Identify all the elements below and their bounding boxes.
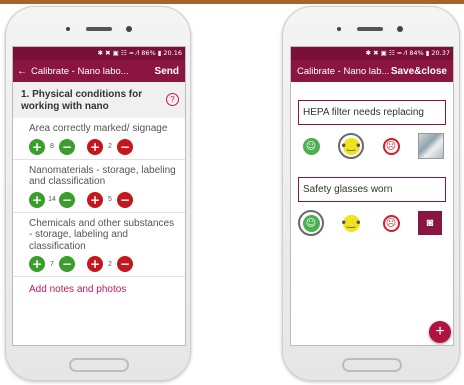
item-label: Nanomaterials - storage, labeling and cl… <box>29 164 176 188</box>
photo-thumbnail[interactable] <box>418 133 444 159</box>
app-bar: Calibrate - Nano lab... Save&close <box>291 60 453 82</box>
rating-row: ☺ •‿• ☹ <box>298 131 453 161</box>
plus-green-button[interactable]: + <box>29 138 45 155</box>
plus-green-button[interactable]: + <box>29 191 45 208</box>
positive-count: 7 <box>50 260 54 268</box>
item-label: Chemicals and other substances - storage… <box>29 217 175 252</box>
plus-red-button[interactable]: + <box>87 138 103 155</box>
send-button[interactable]: Send <box>155 66 185 77</box>
section-title: 1. Physical conditions for working with … <box>21 89 143 112</box>
app-bar: ← Calibrate - Nano labo... Send <box>13 60 185 82</box>
negative-count: 2 <box>108 260 112 268</box>
top-accent-bar <box>0 0 464 4</box>
app-title: Calibrate - Nano lab... <box>297 65 390 77</box>
minus-green-button[interactable]: − <box>59 138 75 155</box>
observation-text-field[interactable]: Safety glasses worn <box>298 177 446 202</box>
right-screen: ✱ ✖ ▣ ☷ ≈ ⁄l 84% ▮ 20.37 Calibrate - Nan… <box>290 46 454 346</box>
positive-count: 8 <box>50 143 54 150</box>
rating-sad[interactable]: ☹ <box>378 210 404 236</box>
observation-text-field[interactable]: HEPA filter needs replacing <box>298 100 446 125</box>
home-button[interactable] <box>342 358 402 372</box>
rating-neutral[interactable]: •‿• <box>338 210 364 236</box>
status-bar: ✱ ✖ ▣ ☷ ≈ ⁄l 84% ▮ 20.37 <box>291 47 453 60</box>
plus-green-button[interactable]: + <box>29 256 45 272</box>
rating-happy[interactable]: ☺ <box>298 133 324 159</box>
app-title: Calibrate - Nano labo... <box>31 65 129 77</box>
rating-sad[interactable]: ☹ <box>378 133 404 159</box>
negative-count: 5 <box>108 196 112 203</box>
back-arrow-icon[interactable]: ← <box>13 66 31 77</box>
counter-row: + 8 − + 2 − <box>29 138 177 155</box>
counter-row: + 7 − + 2 − <box>29 256 177 272</box>
left-screen: ✱ ✖ ▣ ☷ ≈ ⁄l 86% ▮ 20.16 ← Calibrate - N… <box>12 46 186 346</box>
checklist-item: Nanomaterials - storage, labeling and cl… <box>13 160 185 213</box>
help-icon[interactable]: ? <box>166 93 179 106</box>
section-header: 1. Physical conditions for working with … <box>13 82 185 118</box>
rating-neutral-selected[interactable]: •‿• <box>338 133 364 159</box>
smiley-neutral-icon: •‿• <box>340 137 362 155</box>
speaker-icon <box>357 27 383 31</box>
smiley-neutral-icon: •‿• <box>340 214 362 232</box>
camera-icon: ◙ <box>426 217 434 229</box>
minus-green-button[interactable]: − <box>59 191 75 208</box>
camera-icon <box>126 26 132 32</box>
rating-row: ☺ •‿• ☹ ◙ <box>298 208 453 238</box>
plus-red-button[interactable]: + <box>87 191 103 208</box>
camera-icon <box>397 26 403 32</box>
add-fab-button[interactable]: + <box>429 321 451 343</box>
rating-happy-selected[interactable]: ☺ <box>298 210 324 236</box>
right-phone-frame: ✱ ✖ ▣ ☷ ≈ ⁄l 84% ▮ 20.37 Calibrate - Nan… <box>282 6 460 381</box>
positive-count: 14 <box>48 196 56 203</box>
minus-red-button[interactable]: − <box>117 138 133 155</box>
smiley-happy-icon: ☺ <box>302 137 320 155</box>
minus-green-button[interactable]: − <box>59 256 75 272</box>
smiley-sad-icon: ☹ <box>382 214 400 232</box>
status-bar: ✱ ✖ ▣ ☷ ≈ ⁄l 86% ▮ 20.16 <box>13 47 185 60</box>
minus-red-button[interactable]: − <box>117 191 133 208</box>
checklist-item: Area correctly marked/ signage + 8 − + 2… <box>13 118 185 160</box>
speaker-icon <box>86 27 112 31</box>
minus-red-button[interactable]: − <box>117 256 133 272</box>
checklist-item: Chemicals and other substances - storage… <box>13 213 185 277</box>
sensor-icon <box>66 27 70 31</box>
save-close-button[interactable]: Save&close <box>391 66 453 77</box>
left-phone-frame: ✱ ✖ ▣ ☷ ≈ ⁄l 86% ▮ 20.16 ← Calibrate - N… <box>5 6 191 381</box>
smiley-sad-icon: ☹ <box>382 137 400 155</box>
item-label: Area correctly marked/ signage <box>29 123 168 134</box>
camera-button[interactable]: ◙ <box>418 211 442 235</box>
negative-count: 2 <box>108 143 112 150</box>
add-notes-link[interactable]: Add notes and photos <box>13 277 185 302</box>
plus-red-button[interactable]: + <box>87 256 103 272</box>
smiley-happy-icon: ☺ <box>302 214 320 232</box>
sensor-icon <box>337 27 341 31</box>
home-button[interactable] <box>69 358 129 372</box>
counter-row: + 14 − + 5 − <box>29 191 177 208</box>
